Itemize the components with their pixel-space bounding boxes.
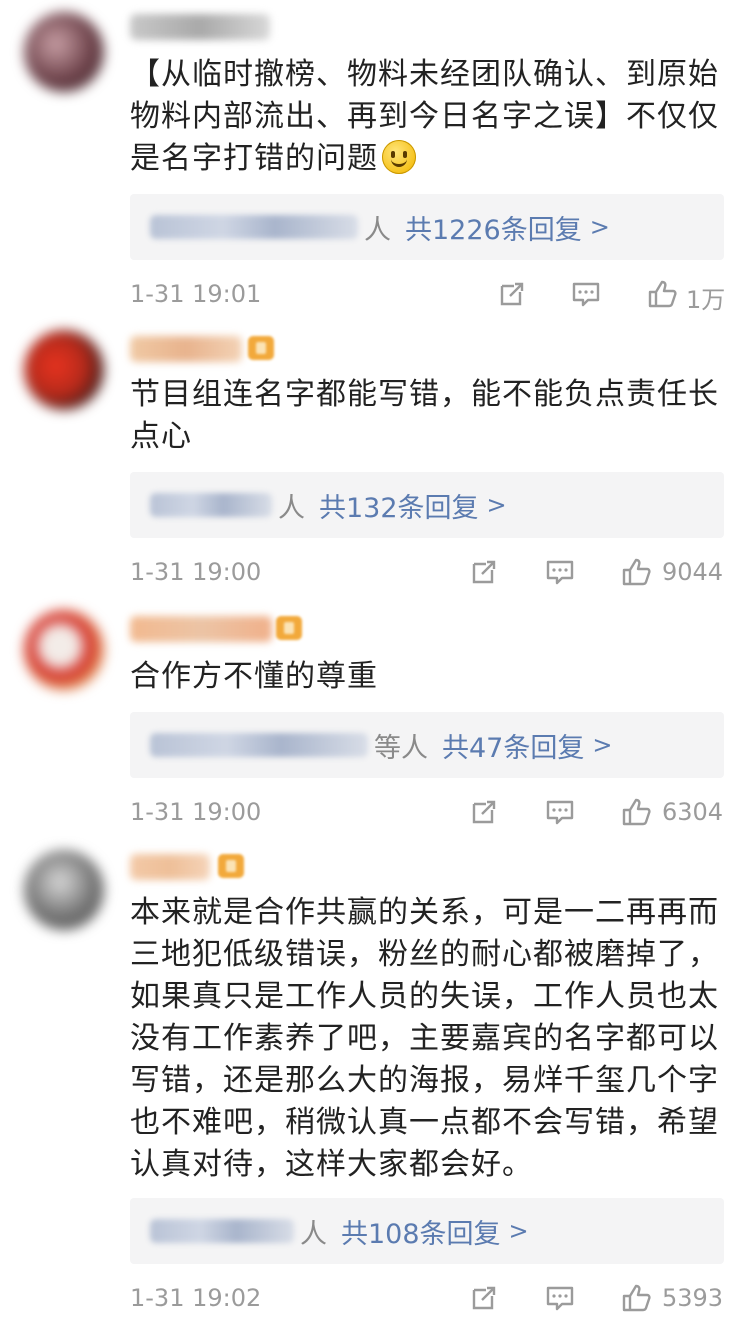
reply-summary[interactable]: 人 共108条回复 > xyxy=(130,1198,724,1264)
reply-people-label: 人 xyxy=(278,492,305,524)
comment-item: 合作方不懂的尊重 等人 共47条回复 > 1-31 19:00 6304 xyxy=(0,600,750,840)
reply-arrow-icon: > xyxy=(508,1217,529,1245)
comment-text-content: 节目组连名字都能写错，能不能负点责任长点心 xyxy=(130,377,719,454)
share-icon[interactable] xyxy=(496,278,528,310)
comment-item: 【从临时撤榜、物料未经团队确认、到原始物料内部流出、再到今日名字之误】不仅仅是名… xyxy=(0,0,750,320)
comment-text: 节目组连名字都能写错，能不能负点责任长点心 xyxy=(130,374,720,458)
like-icon[interactable] xyxy=(620,1282,652,1314)
share-icon[interactable] xyxy=(468,1282,500,1314)
comment-text: 本来就是合作共赢的关系，可是一二再再而三地犯低级错误，粉丝的耐心都被磨掉了，如果… xyxy=(130,892,720,1186)
comment-meta: 1-31 19:00 9044 xyxy=(130,554,730,594)
vip-badge-icon xyxy=(276,616,302,640)
reply-people-label: 等人 xyxy=(374,732,428,764)
smile-emoji-icon xyxy=(382,140,416,174)
reply-usernames-blurred xyxy=(150,733,368,757)
reply-count-link[interactable]: 共1226条回复 xyxy=(405,208,582,247)
comment-meta: 1-31 19:02 5393 xyxy=(130,1280,730,1319)
reply-count-link[interactable]: 共132条回复 xyxy=(319,486,479,525)
like-icon[interactable] xyxy=(620,796,652,828)
reply-arrow-icon: > xyxy=(589,213,610,241)
comment-icon[interactable] xyxy=(544,1282,576,1314)
username-blurred[interactable] xyxy=(130,336,242,362)
share-icon[interactable] xyxy=(468,556,500,588)
reply-summary[interactable]: 人 共1226条回复 > xyxy=(130,194,724,260)
comment-meta: 1-31 19:01 1万 xyxy=(130,276,730,316)
comment-item: 本来就是合作共赢的关系，可是一二再再而三地犯低级错误，粉丝的耐心都被磨掉了，如果… xyxy=(0,840,750,1319)
like-icon[interactable] xyxy=(620,556,652,588)
timestamp: 1-31 19:00 xyxy=(130,558,262,586)
reply-people-label: 人 xyxy=(364,214,391,246)
comment-icon[interactable] xyxy=(544,556,576,588)
username-blurred[interactable] xyxy=(130,854,210,880)
comment-text-content: 本来就是合作共赢的关系，可是一二再再而三地犯低级错误，粉丝的耐心都被磨掉了，如果… xyxy=(130,895,719,1182)
avatar[interactable] xyxy=(24,850,104,930)
like-count: 1万 xyxy=(686,286,726,314)
vip-badge-icon xyxy=(218,854,244,878)
reply-arrow-icon: > xyxy=(486,491,507,519)
timestamp: 1-31 19:02 xyxy=(130,1284,262,1312)
avatar[interactable] xyxy=(24,12,104,92)
comment-text-content: 【从临时撤榜、物料未经团队确认、到原始物料内部流出、再到今日名字之误】不仅仅是名… xyxy=(130,57,719,176)
share-icon[interactable] xyxy=(468,796,500,828)
username-blurred[interactable] xyxy=(130,14,270,40)
comment-icon[interactable] xyxy=(544,796,576,828)
comment-text: 【从临时撤榜、物料未经团队确认、到原始物料内部流出、再到今日名字之误】不仅仅是名… xyxy=(130,54,720,180)
reply-count-link[interactable]: 共47条回复 xyxy=(442,726,584,765)
vip-badge-icon xyxy=(248,336,274,360)
comment-text: 合作方不懂的尊重 xyxy=(130,656,720,698)
reply-usernames-blurred xyxy=(150,215,358,239)
like-count: 5393 xyxy=(662,1284,724,1312)
comment-icon[interactable] xyxy=(570,278,602,310)
reply-summary[interactable]: 等人 共47条回复 > xyxy=(130,712,724,778)
like-count: 6304 xyxy=(662,798,724,826)
comment-item: 节目组连名字都能写错，能不能负点责任长点心 人 共132条回复 > 1-31 1… xyxy=(0,320,750,600)
comment-text-content: 合作方不懂的尊重 xyxy=(130,659,378,694)
timestamp: 1-31 19:01 xyxy=(130,280,262,308)
username-blurred[interactable] xyxy=(130,616,272,642)
avatar[interactable] xyxy=(24,330,104,410)
timestamp: 1-31 19:00 xyxy=(130,798,262,826)
reply-summary[interactable]: 人 共132条回复 > xyxy=(130,472,724,538)
reply-people-label: 人 xyxy=(300,1218,327,1250)
reply-count-link[interactable]: 共108条回复 xyxy=(341,1212,501,1251)
avatar[interactable] xyxy=(24,610,104,690)
like-count: 9044 xyxy=(662,558,724,586)
reply-usernames-blurred xyxy=(150,1219,294,1243)
reply-usernames-blurred xyxy=(150,493,272,517)
reply-arrow-icon: > xyxy=(592,731,613,759)
like-icon[interactable] xyxy=(646,278,678,310)
comment-meta: 1-31 19:00 6304 xyxy=(130,794,730,834)
